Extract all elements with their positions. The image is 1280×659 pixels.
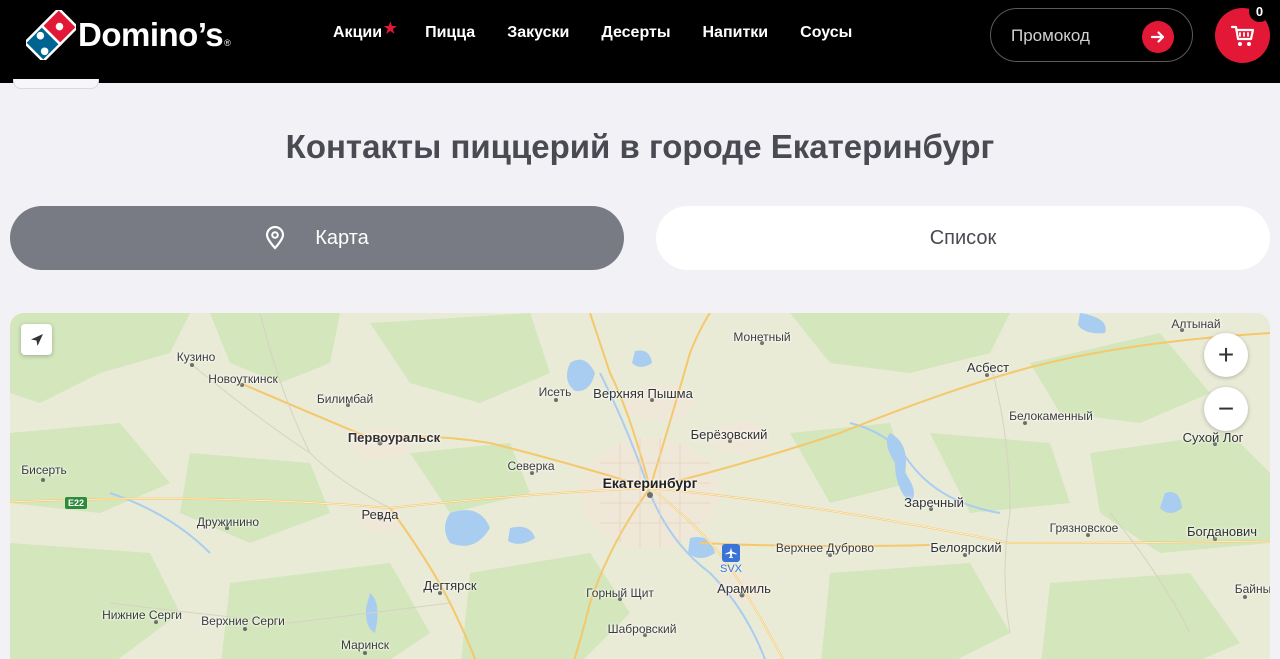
map-label: Белокаменный xyxy=(1009,409,1093,423)
list-view-tab[interactable]: Список xyxy=(656,206,1270,270)
navigation-arrow-icon xyxy=(30,333,43,346)
zoom-out-button[interactable]: − xyxy=(1204,387,1248,431)
map-label: Билимбай xyxy=(316,392,374,406)
nav-item-promotions[interactable]: Акции ★ xyxy=(333,20,397,42)
map-label: Асбест xyxy=(966,360,1010,375)
geolocation-button[interactable] xyxy=(21,324,52,355)
map-label: Монетный xyxy=(733,330,791,344)
promo-submit-button[interactable] xyxy=(1142,21,1174,53)
promo-code-field xyxy=(990,8,1193,62)
map-label: Маринск xyxy=(340,638,390,652)
nav-item-desserts[interactable]: Десерты xyxy=(601,24,670,42)
map-label: Горный Щит xyxy=(586,586,654,600)
map-view-label: Карта xyxy=(315,226,369,249)
map-label: Первоуральск xyxy=(347,430,441,445)
map-label: Новоуткинск xyxy=(208,372,278,386)
map-label: Грязновское xyxy=(1049,521,1119,535)
map-label: Арамиль xyxy=(717,581,771,596)
map-label: Бисерть xyxy=(21,463,67,477)
domino-tile-icon xyxy=(23,7,79,63)
map-label: Берёзовский xyxy=(690,427,768,442)
city-selector-tab[interactable] xyxy=(13,79,99,89)
dominos-logo[interactable]: Domino’s ® xyxy=(23,7,231,63)
map-label: Екатеринбург xyxy=(602,475,698,491)
star-icon: ★ xyxy=(383,20,398,37)
map-label: Верхнее Дуброво xyxy=(775,541,875,555)
map-view-tab[interactable]: Карта xyxy=(10,206,624,270)
logo-wordmark: Domino’s xyxy=(78,16,224,53)
zoom-in-button[interactable]: + xyxy=(1204,333,1248,377)
map-label: Нижние Серги xyxy=(102,608,182,622)
map-label: Кузино xyxy=(176,350,216,364)
page-title: Контакты пиццерий в городе Екатеринбург xyxy=(285,128,995,165)
nav-item-pizza[interactable]: Пицца xyxy=(425,24,475,42)
location-pin-icon xyxy=(265,226,285,250)
map-label: Алтынай xyxy=(1171,317,1221,331)
cart-count-badge: 0 xyxy=(1249,1,1270,22)
map-label: Северка xyxy=(507,459,555,473)
road-number-badge: E22 xyxy=(65,497,88,509)
cart-icon xyxy=(1230,25,1254,46)
main-nav: Акции ★ Пицца Закуски Десерты Напитки Со… xyxy=(333,20,884,42)
map-label: Сухой Лог xyxy=(1182,430,1244,445)
nav-item-drinks[interactable]: Напитки xyxy=(703,24,769,42)
map-label: Ревда xyxy=(361,507,399,522)
promo-code-input[interactable] xyxy=(1011,23,1151,49)
nav-item-snacks[interactable]: Закуски xyxy=(507,24,569,42)
pizzeria-map[interactable]: Кузино Новоуткинск Билимбай Первоуральск… xyxy=(10,313,1270,659)
nav-item-label: Акции xyxy=(333,24,383,41)
map-label: Верхние Серги xyxy=(201,614,285,628)
airport-icon xyxy=(722,544,740,562)
minus-icon: − xyxy=(1217,393,1235,424)
airport-code-label: SVX xyxy=(719,563,743,575)
map-label: Шабровский xyxy=(607,622,677,636)
map-label: Байны xyxy=(1234,582,1270,596)
registered-mark: ® xyxy=(224,38,231,48)
arrow-right-icon xyxy=(1150,31,1165,43)
map-label: Богданович xyxy=(1186,524,1258,539)
map-label: Исеть xyxy=(538,385,572,399)
site-header: Domino’s ® Акции ★ Пицца Закуски Десерты… xyxy=(0,0,1280,83)
list-view-label: Список xyxy=(929,226,997,249)
nav-item-sauces[interactable]: Соусы xyxy=(800,24,852,42)
map-label: Дружинино xyxy=(196,515,260,529)
map-label: Дегтярск xyxy=(423,578,477,593)
map-label: Верхняя Пышма xyxy=(593,386,693,401)
plus-icon: + xyxy=(1217,339,1235,370)
map-label: Заречный xyxy=(904,495,964,510)
map-label: Белоярский xyxy=(930,540,1002,555)
